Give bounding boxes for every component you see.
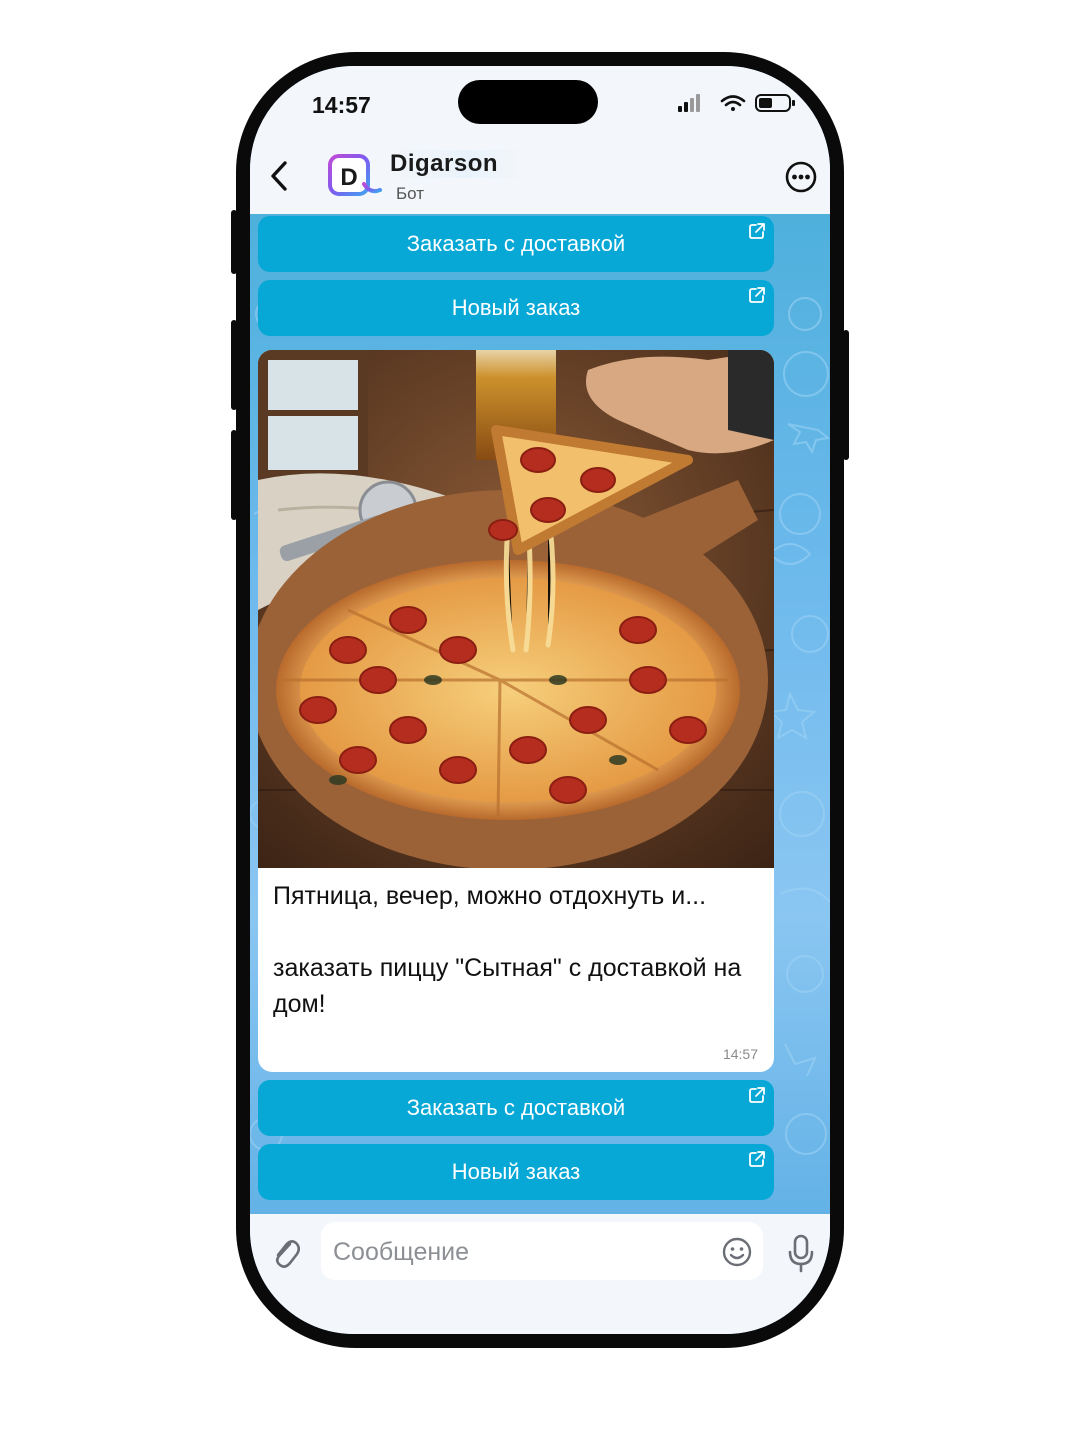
phone-side-button [231, 210, 237, 274]
emoji-icon[interactable] [721, 1236, 753, 1268]
status-bar: 14:57 [250, 66, 830, 146]
microphone-icon[interactable] [786, 1234, 816, 1274]
new-order-button[interactable]: Новый заказ [258, 280, 774, 336]
external-link-icon [749, 223, 765, 239]
back-arrow-icon [271, 161, 287, 191]
battery-icon [755, 94, 795, 112]
order-delivery-button[interactable]: Заказать с доставкой [258, 1080, 774, 1136]
phone-side-button [843, 330, 849, 460]
external-link-icon [749, 287, 765, 303]
pizza-photo[interactable] [258, 350, 774, 868]
chat-header: D Digarson Бот [250, 146, 830, 214]
avatar-letter: D [340, 164, 357, 191]
order-delivery-button[interactable]: Заказать с доставкой [258, 216, 774, 272]
bot-name[interactable]: Digarson [390, 150, 523, 178]
new-order-button[interactable]: Новый заказ [258, 1144, 774, 1200]
back-button[interactable] [264, 156, 294, 196]
message-line-1: Пятница, вечер, можно отдохнуть и... [273, 882, 707, 910]
new-order-label: Новый заказ [451, 1159, 581, 1184]
status-time: 14:57 [312, 92, 371, 118]
status-icons [678, 94, 795, 112]
new-order-label: Новый заказ [451, 295, 581, 320]
signal-icon [678, 94, 700, 112]
message-text: Пятница, вечер, можно отдохнуть и... зак… [273, 878, 763, 1022]
dynamic-island [458, 80, 598, 124]
more-icon[interactable] [784, 160, 818, 194]
message-input-bar [250, 1214, 830, 1334]
message-bubble[interactable]: Пятница, вечер, можно отдохнуть и... зак… [258, 350, 774, 1072]
bot-status: Бот [396, 184, 425, 203]
external-link-icon [749, 1151, 765, 1167]
order-delivery-label: Заказать с доставкой [406, 231, 626, 256]
order-delivery-label: Заказать с доставкой [406, 1095, 626, 1120]
bot-avatar[interactable]: D [328, 154, 382, 198]
phone-side-button [231, 430, 237, 520]
message-input-field[interactable] [321, 1222, 763, 1282]
message-time: 14:57 [722, 1046, 758, 1062]
phone-side-button [231, 320, 237, 410]
phone-screen: 14:57 D Digarson Бот Заказать с доставко… [250, 66, 830, 1334]
paperclip-icon[interactable] [270, 1236, 300, 1272]
message-input[interactable] [331, 1222, 715, 1282]
wifi-icon [720, 95, 746, 111]
chat-area[interactable]: Заказать с доставкой Новый заказ Пятница… [250, 214, 830, 1214]
external-link-icon [749, 1087, 765, 1103]
message-line-2: заказать пиццу "Сытная" с доставкой на д… [273, 954, 742, 1018]
